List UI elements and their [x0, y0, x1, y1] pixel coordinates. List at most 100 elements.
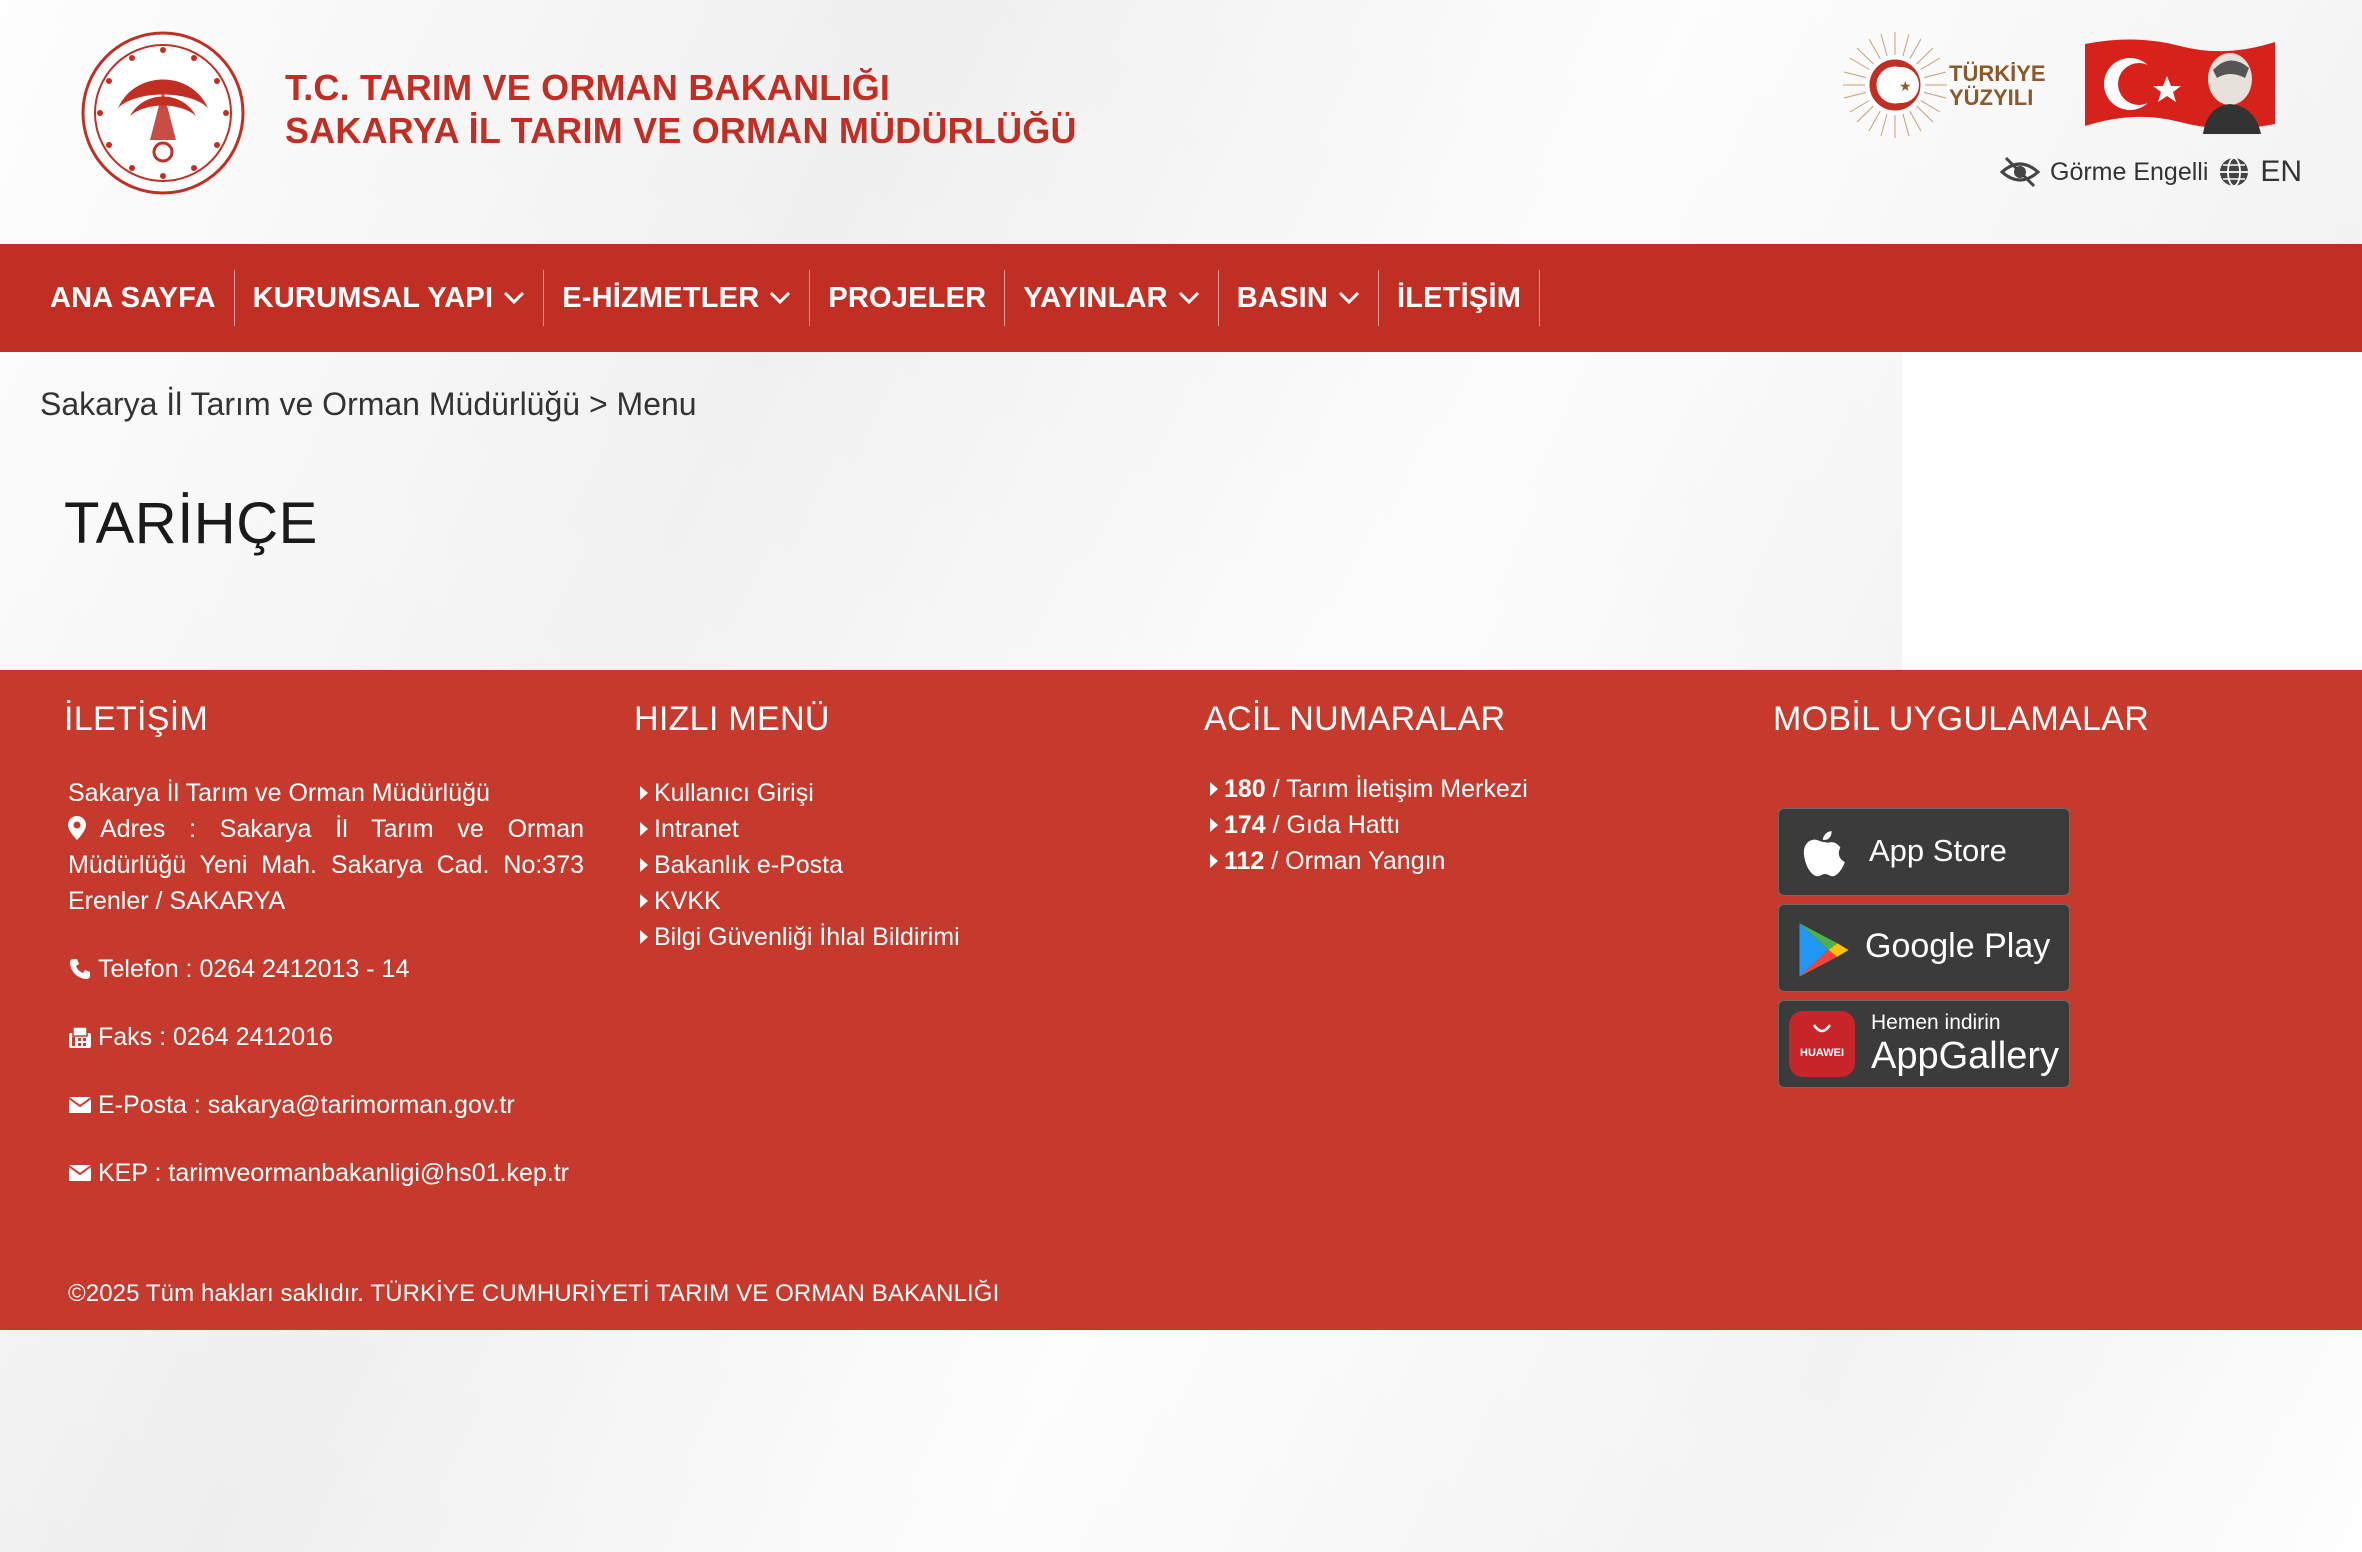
- quick-link-label: Intranet: [654, 815, 739, 843]
- svg-text:★: ★: [1899, 79, 1912, 95]
- ministry-title: T.C. TARIM VE ORMAN BAKANLIĞI: [285, 67, 891, 108]
- nav-label: İLETİŞİM: [1397, 281, 1522, 314]
- nav-item-press[interactable]: BASIN: [1219, 270, 1380, 326]
- emergency-label: / Orman Yangın: [1264, 847, 1446, 875]
- footer-fax: Faks : 0264 2412016: [68, 1019, 584, 1055]
- app-gallery-label: AppGallery: [1871, 1035, 2059, 1077]
- quick-link-label: Bilgi Güvenliği İhlal Bildirimi: [654, 923, 960, 951]
- footer-phone: Telefon : 0264 2412013 - 14: [68, 951, 584, 987]
- footer-emergency-column: ACİL NUMARALAR 180 / Tarım İletişim Merk…: [1204, 700, 1724, 879]
- breadcrumb: Sakarya İl Tarım ve Orman Müdürlüğü > Me…: [40, 386, 697, 423]
- eye-slash-icon[interactable]: [2000, 156, 2040, 188]
- caret-right-icon: [640, 858, 648, 872]
- envelope-icon: [68, 1165, 92, 1181]
- caret-right-icon: [1210, 782, 1218, 796]
- emergency-label: / Gıda Hattı: [1265, 811, 1401, 839]
- emergency-item[interactable]: 174 / Gıda Hattı: [1210, 807, 1724, 843]
- footer-quick-menu-heading: HIZLI MENÜ: [634, 700, 830, 738]
- footer-quick-menu-column: HIZLI MENÜ Kullanıcı Girişi Intranet Bak…: [634, 700, 1154, 955]
- quick-link-label: Bakanlık e-Posta: [654, 851, 843, 879]
- quick-link-security-breach[interactable]: Bilgi Güvenliği İhlal Bildirimi: [640, 919, 1154, 955]
- page-title: TARİHÇE: [64, 491, 318, 556]
- nav-label: BASIN: [1236, 281, 1329, 314]
- nav-label: KURUMSAL YAPI: [252, 281, 494, 314]
- footer-address-text: Adres : Sakarya İl Tarım ve Orman Müdürl…: [68, 815, 584, 915]
- footer-mobile-heading: MOBİL UYGULAMALAR: [1773, 700, 2150, 738]
- huawei-bag-icon: [1812, 1024, 1832, 1033]
- quick-link-label: KVKK: [654, 887, 721, 915]
- phone-icon: [70, 959, 90, 979]
- emergency-item[interactable]: 112 / Orman Yangın: [1210, 843, 1724, 879]
- breadcrumb-parent-link[interactable]: Sakarya İl Tarım ve Orman Müdürlüğü: [40, 386, 580, 422]
- directorate-title: SAKARYA İL TARIM VE ORMAN MÜDÜRLÜĞÜ: [285, 110, 1077, 151]
- turkiye-yuzyili-logo[interactable]: ★ TÜRKİYE YÜZYILI: [1843, 30, 2063, 140]
- quick-link-label: Kullanıcı Girişi: [654, 779, 814, 807]
- app-store-button[interactable]: App Store: [1778, 808, 2070, 896]
- quick-menu-list: Kullanıcı Girişi Intranet Bakanlık e-Pos…: [640, 775, 1154, 955]
- breadcrumb-current: Menu: [616, 386, 697, 422]
- org-titles: T.C. TARIM VE ORMAN BAKANLIĞI SAKARYA İL…: [285, 66, 1077, 152]
- envelope-icon: [68, 1097, 92, 1113]
- flag-ataturk-image: [2085, 39, 2275, 134]
- ministry-logo[interactable]: [80, 30, 246, 196]
- huawei-brand-label: HUAWEI: [1800, 1047, 1844, 1059]
- caret-right-icon: [1210, 818, 1218, 832]
- nav-item-publications[interactable]: YAYINLAR: [1005, 270, 1219, 326]
- nav-item-contact[interactable]: İLETİŞİM: [1379, 270, 1541, 326]
- emergency-label: / Tarım İletişim Merkezi: [1265, 775, 1528, 803]
- quick-link-intranet[interactable]: Intranet: [640, 811, 1154, 847]
- footer-phone-text[interactable]: Telefon : 0264 2412013 - 14: [98, 951, 409, 987]
- globe-icon[interactable]: [2218, 156, 2250, 188]
- google-play-button[interactable]: Google Play: [1778, 904, 2070, 992]
- footer-email: E-Posta : sakarya@tarimorman.gov.tr: [68, 1087, 584, 1123]
- copyright-text: ©2025 Tüm hakları saklıdır. TÜRKİYE CUMH…: [68, 1280, 1000, 1307]
- quick-link-kvkk[interactable]: KVKK: [640, 883, 1154, 919]
- emergency-number: 112: [1224, 847, 1265, 875]
- emergency-item[interactable]: 180 / Tarım İletişim Merkezi: [1210, 771, 1724, 807]
- caret-right-icon: [1210, 854, 1218, 868]
- nav-item-e-services[interactable]: E-HİZMETLER: [544, 270, 811, 326]
- site-header: T.C. TARIM VE ORMAN BAKANLIĞI SAKARYA İL…: [0, 0, 2362, 244]
- app-store-label: App Store: [1869, 833, 2007, 868]
- fax-icon: [69, 1026, 91, 1048]
- footer-contact-column: İLETİŞİM Sakarya İl Tarım ve Orman Müdür…: [64, 700, 584, 1191]
- accessibility-row: Görme Engelli EN: [2000, 150, 2302, 194]
- nav-item-home[interactable]: ANA SAYFA: [34, 270, 235, 326]
- app-gallery-button[interactable]: HUAWEI Hemen indirin AppGallery: [1778, 1000, 2070, 1088]
- emergency-number: 174: [1224, 811, 1266, 839]
- nav-label: ANA SAYFA: [50, 281, 216, 314]
- footer-mobile-column: MOBİL UYGULAMALAR App Store Google Play …: [1773, 700, 2293, 1088]
- huawei-icon: HUAWEI: [1789, 1011, 1855, 1077]
- nav-label: YAYINLAR: [1023, 281, 1168, 314]
- footer-contact-heading: İLETİŞİM: [64, 700, 209, 738]
- caret-right-icon: [640, 822, 648, 836]
- svg-text:YÜZYILI: YÜZYILI: [1949, 85, 2033, 110]
- nav-label: E-HİZMETLER: [562, 281, 760, 314]
- footer-email-text[interactable]: E-Posta : sakarya@tarimorman.gov.tr: [98, 1087, 515, 1123]
- main-nav: ANA SAYFA KURUMSAL YAPI E-HİZMETLER PROJ…: [0, 244, 2362, 352]
- footer-emergency-heading: ACİL NUMARALAR: [1204, 700, 1506, 738]
- caret-right-icon: [640, 930, 648, 944]
- quick-link-ministry-email[interactable]: Bakanlık e-Posta: [640, 847, 1154, 883]
- app-gallery-small-label: Hemen indirin: [1871, 1011, 2001, 1034]
- footer-fax-text: Faks : 0264 2412016: [98, 1023, 333, 1051]
- nav-label: PROJELER: [828, 281, 987, 314]
- caret-right-icon: [640, 786, 648, 800]
- chevron-down-icon: [504, 291, 525, 305]
- google-play-icon: [1799, 923, 1849, 977]
- apple-icon: [1803, 831, 1845, 877]
- footer-org-name: Sakarya İl Tarım ve Orman Müdürlüğü: [68, 779, 490, 807]
- accessibility-link[interactable]: Görme Engelli: [2050, 158, 2208, 187]
- emergency-list: 180 / Tarım İletişim Merkezi 174 / Gıda …: [1210, 771, 1724, 879]
- caret-right-icon: [640, 894, 648, 908]
- language-switch[interactable]: EN: [2260, 155, 2302, 189]
- breadcrumb-separator: >: [588, 386, 608, 422]
- nav-item-corporate[interactable]: KURUMSAL YAPI: [235, 270, 545, 326]
- google-play-label: Google Play: [1865, 927, 2051, 965]
- chevron-down-icon: [770, 291, 791, 305]
- footer-address: Adres : Sakarya İl Tarım ve Orman Müdürl…: [68, 811, 584, 919]
- right-sidebar-panel: [1902, 352, 2362, 670]
- nav-item-projects[interactable]: PROJELER: [810, 270, 1006, 326]
- quick-link-user-login[interactable]: Kullanıcı Girişi: [640, 775, 1154, 811]
- footer-kep-text[interactable]: KEP : tarimveormanbakanligi@hs01.kep.tr: [98, 1155, 569, 1191]
